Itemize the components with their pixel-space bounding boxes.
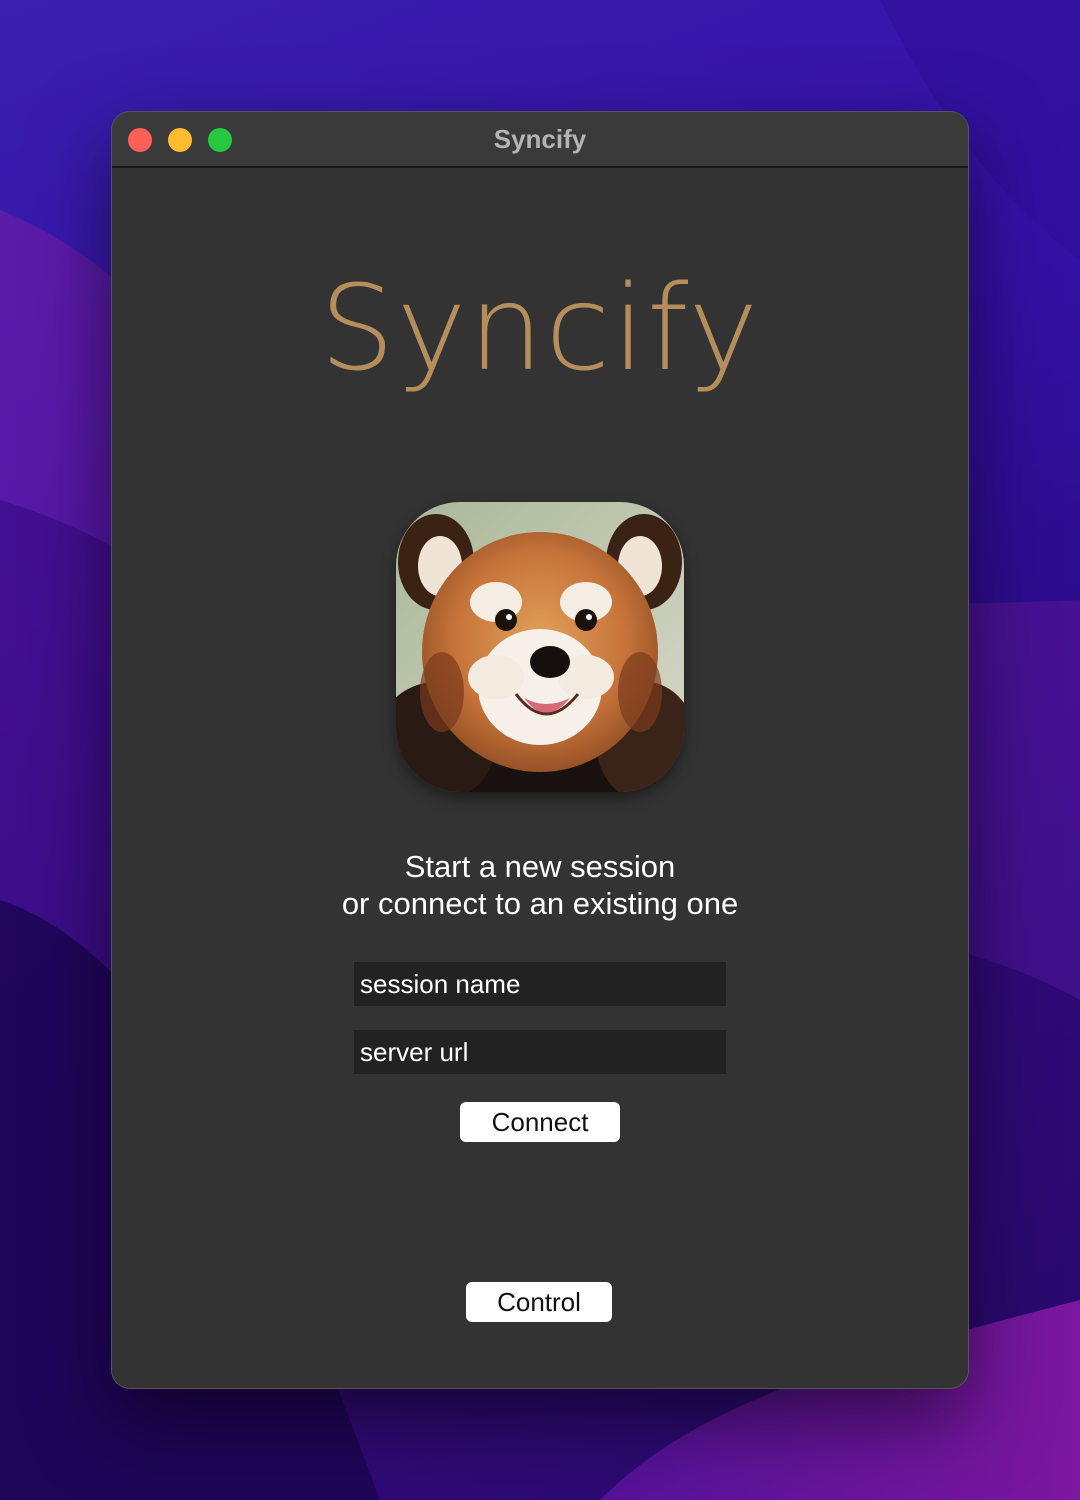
red-panda-app-icon [396, 502, 684, 792]
title-bar[interactable]: Syncify [112, 112, 968, 168]
session-prompt: Start a new session or connect to an exi… [112, 848, 968, 922]
brand-title: Syncify [319, 259, 761, 397]
connect-button[interactable]: Connect [460, 1102, 620, 1142]
window-title: Syncify [493, 124, 587, 154]
app-window: Syncify Syncify Start a new session or c… [112, 112, 968, 1388]
main-content: Syncify Start a new session or connect t… [112, 168, 968, 1388]
prompt-line-1: Start a new session [404, 849, 676, 884]
control-button[interactable]: Control [466, 1282, 612, 1322]
prompt-line-2: or connect to an existing one [341, 886, 739, 921]
server-url-input[interactable] [354, 1030, 726, 1074]
session-name-input[interactable] [354, 962, 726, 1006]
desktop-wallpaper: Syncify Syncify Start a new session or c… [0, 0, 1080, 1500]
